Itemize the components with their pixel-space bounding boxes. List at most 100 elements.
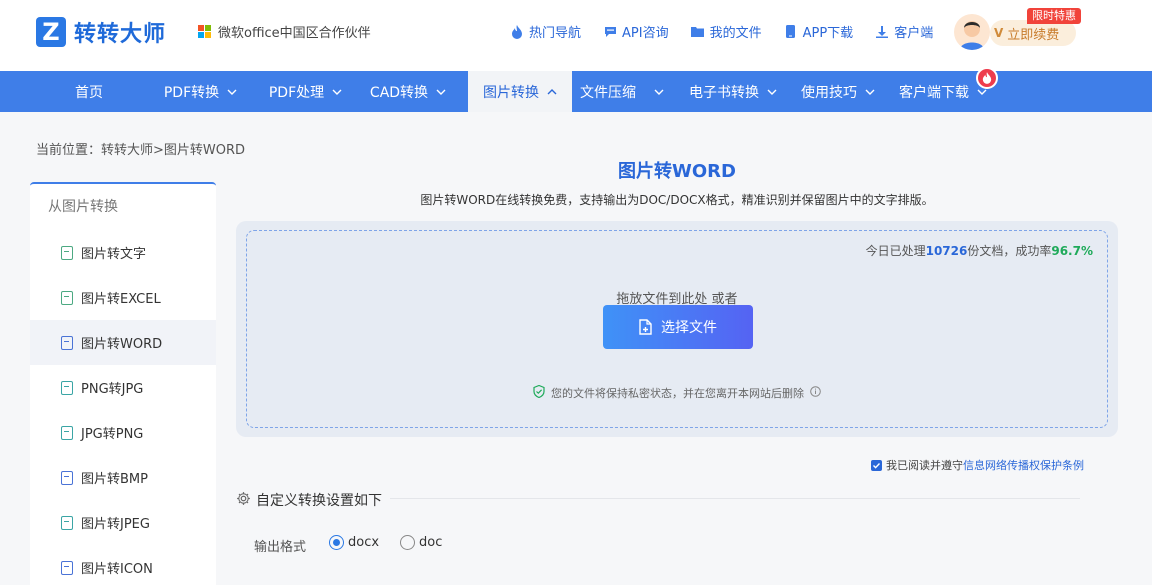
logo-text: 转转大师	[74, 22, 167, 47]
site-logo[interactable]: Z 转转大师	[36, 16, 166, 48]
chat-icon	[603, 25, 617, 39]
agree-checkbox[interactable]	[871, 459, 882, 471]
download-icon	[875, 25, 889, 39]
top-link-my-files[interactable]: 我的文件	[691, 22, 762, 41]
sidebar-item-image-to-word[interactable]: 图片转WORD	[30, 320, 216, 365]
top-link-api[interactable]: API咨询	[603, 22, 669, 41]
partner-text: 微软office中国区合作伙伴	[218, 26, 371, 41]
page-title: 图片转WORD	[618, 161, 736, 182]
sidebar-item-png-to-jpg[interactable]: PNG转JPG	[30, 365, 216, 410]
top-links: 热门导航 API咨询 我的文件 APP下载 客户端	[510, 22, 955, 41]
nav-item-pdf-process[interactable]: PDF处理	[253, 71, 358, 112]
sidebar-title: 从图片转换	[48, 199, 118, 215]
sidebar-item-jpg-to-png[interactable]: JPG转PNG	[30, 410, 216, 455]
logo-mark-icon: Z	[36, 17, 66, 47]
nav-item-label: 使用技巧	[801, 84, 857, 101]
choose-file-label: 选择文件	[661, 320, 717, 336]
shield-icon	[533, 384, 545, 401]
choose-file-button[interactable]: 选择文件	[603, 305, 753, 349]
file-drop-zone[interactable]: 今日已处理10726份文档，成功率96.7% 拖放文件到此处 或者 选择文件 您…	[246, 230, 1108, 428]
radio-button[interactable]	[329, 535, 344, 550]
agree-terms[interactable]: 我已阅读并遵守 信息网络传播权保护条例	[871, 457, 1084, 473]
page-description: 图片转WORD在线转换免费，支持输出为DOC/DOCX格式，精准识别并保留图片中…	[420, 193, 934, 207]
stats-prefix: 今日已处理	[865, 244, 926, 258]
chevron-down-icon	[865, 87, 875, 97]
nav-item-label: 图片转换	[483, 84, 539, 101]
sidebar-item-image-to-text[interactable]: 图片转文字	[30, 230, 216, 275]
sidebar-item-image-to-jpeg[interactable]: 图片转JPEG	[30, 500, 216, 545]
sidebar-item-label: 图片转BMP	[81, 472, 148, 487]
sidebar-item-label: 图片转JPEG	[81, 517, 150, 532]
privacy-note: 您的文件将保持私密状态，并在您离开本网站后删除	[247, 384, 1107, 401]
agree-prefix: 我已阅读并遵守	[886, 459, 963, 472]
image-file-icon	[61, 380, 73, 395]
gear-icon	[236, 491, 251, 510]
sidebar-item-image-to-icon[interactable]: 图片转ICON	[30, 545, 216, 585]
top-link-label: 客户端	[894, 26, 934, 41]
excel-file-icon	[61, 290, 73, 305]
sidebar-item-label: 图片转ICON	[81, 562, 153, 577]
top-link-hot-nav[interactable]: 热门导航	[510, 22, 581, 41]
sidebar-item-image-to-excel[interactable]: 图片转EXCEL	[30, 275, 216, 320]
top-link-label: API咨询	[622, 26, 669, 41]
image-file-icon	[61, 515, 73, 530]
nav-item-label: PDF转换	[163, 84, 220, 101]
stats-middle: 份文档，成功率	[967, 244, 1052, 258]
sidebar-item-label: 图片转EXCEL	[81, 292, 161, 307]
chevron-down-icon	[227, 87, 237, 97]
renew-label: 立即续费	[1007, 27, 1060, 43]
format-option-label: docx	[348, 535, 380, 550]
user-avatar[interactable]	[954, 14, 990, 50]
terms-link[interactable]: 信息网络传播权保护条例	[963, 457, 1084, 473]
chevron-down-icon	[332, 87, 342, 97]
sidebar-item-label: JPG转PNG	[81, 427, 144, 442]
partner-label: 微软office中国区合作伙伴	[198, 22, 371, 41]
word-file-icon	[61, 335, 73, 350]
settings-heading: 自定义转换设置如下	[236, 490, 382, 510]
nav-item-cad-convert[interactable]: CAD转换	[358, 71, 458, 112]
nav-item-label: PDF处理	[268, 84, 325, 101]
top-link-app-download[interactable]: APP下载	[784, 22, 854, 41]
nav-item-label: CAD转换	[369, 84, 429, 101]
image-file-icon	[61, 425, 73, 440]
fire-icon	[510, 24, 524, 39]
stats-count: 10726	[925, 244, 968, 258]
info-icon[interactable]	[810, 386, 821, 400]
sidebar-item-image-to-bmp[interactable]: 图片转BMP	[30, 455, 216, 500]
output-format-label: 输出格式	[254, 540, 307, 555]
top-link-label: 热门导航	[529, 26, 582, 41]
chevron-down-icon	[767, 87, 777, 97]
top-link-label: 我的文件	[709, 26, 762, 41]
vip-icon: V	[994, 26, 1004, 40]
image-file-icon	[61, 560, 73, 575]
format-option-label: doc	[419, 535, 443, 550]
nav-item-image-convert[interactable]: 图片转换	[468, 71, 572, 112]
top-bar: Z 转转大师 微软office中国区合作伙伴 热门导航 API咨询 我的文件 A…	[0, 0, 1152, 71]
radio-button[interactable]	[400, 535, 415, 550]
nav-item-ebook-convert[interactable]: 电子书转换	[678, 71, 788, 112]
top-link-label: APP下载	[802, 26, 854, 41]
nav-item-tips[interactable]: 使用技巧	[788, 71, 888, 112]
nav-item-home[interactable]: 首页	[44, 71, 134, 112]
chevron-down-icon	[654, 87, 664, 97]
top-link-client[interactable]: 客户端	[875, 22, 933, 41]
avatar-icon	[960, 21, 984, 50]
image-file-icon	[61, 245, 73, 260]
nav-item-label: 客户端下载	[899, 84, 969, 101]
nav-item-pdf-convert[interactable]: PDF转换	[148, 71, 253, 112]
settings-divider	[390, 498, 1080, 499]
phone-icon	[784, 25, 798, 39]
settings-title-text: 自定义转换设置如下	[256, 493, 382, 509]
nav-item-label: 首页	[75, 84, 103, 101]
processing-stats: 今日已处理10726份文档，成功率96.7%	[866, 242, 1093, 259]
format-option-doc[interactable]: doc	[400, 535, 442, 550]
nav-item-label: 电子书转换	[689, 84, 759, 101]
format-option-docx[interactable]: docx	[329, 535, 379, 550]
sidebar-item-label: PNG转JPG	[81, 382, 144, 397]
nav-item-file-compress[interactable]: 文件压缩	[572, 71, 672, 112]
sidebar-item-label: 图片转WORD	[81, 337, 163, 352]
sidebar-item-label: 图片转文字	[81, 247, 147, 262]
image-file-icon	[61, 470, 73, 485]
hot-fire-icon	[976, 67, 998, 89]
add-file-icon	[639, 319, 653, 335]
